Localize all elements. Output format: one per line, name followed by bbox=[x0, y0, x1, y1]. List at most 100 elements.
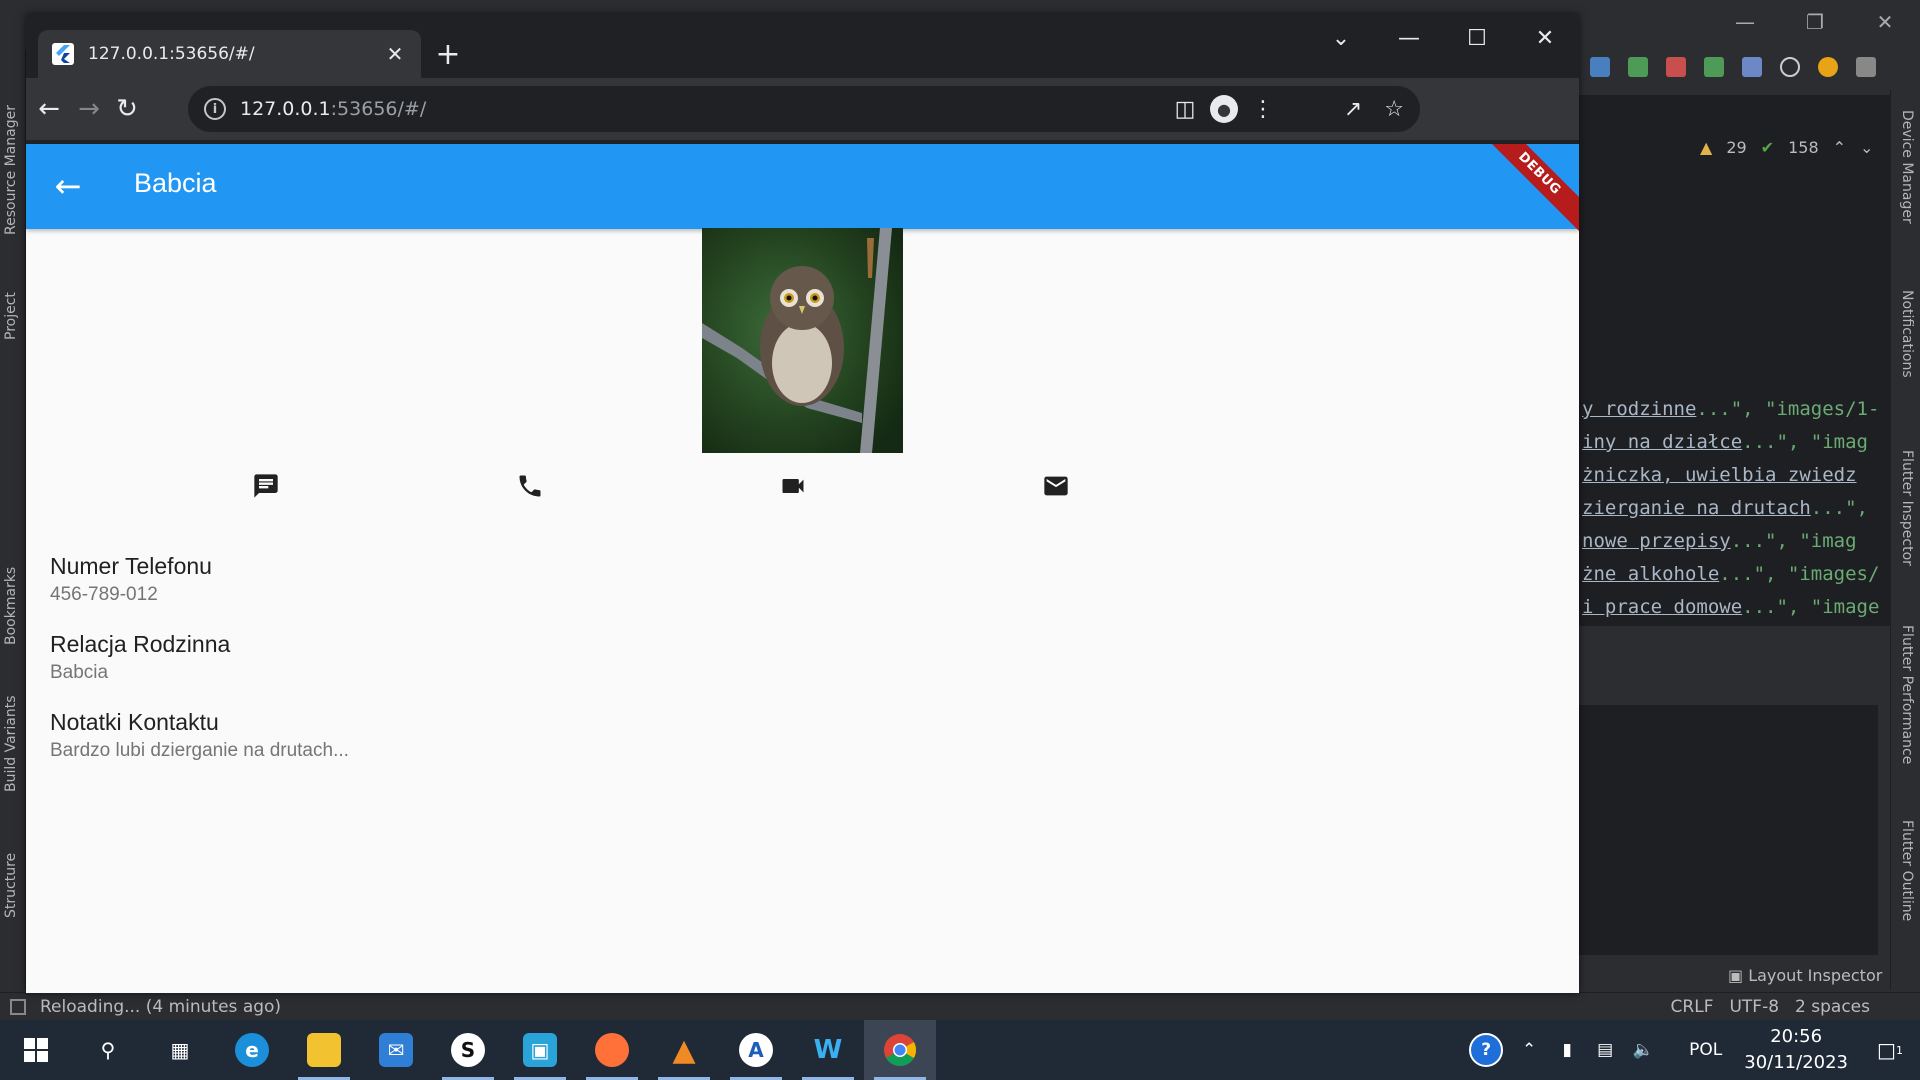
tool-window-project[interactable]: Project bbox=[3, 292, 19, 340]
file-encoding[interactable]: UTF-8 bbox=[1729, 997, 1779, 1017]
layout-inspector-button[interactable]: ▣ Layout Inspector bbox=[1728, 966, 1882, 985]
account-icon[interactable] bbox=[1856, 57, 1876, 77]
browser-menu-icon[interactable]: ⋮ bbox=[1244, 90, 1282, 128]
taskbar-mail[interactable]: ✉ bbox=[360, 1020, 432, 1080]
vlc-cone-icon: ▲ bbox=[672, 1032, 696, 1068]
taskbar-vlc[interactable]: ▲ bbox=[648, 1020, 720, 1080]
code-line: żne alkohole...", "images/ bbox=[1582, 563, 1880, 585]
share-icon[interactable]: ↗ bbox=[1344, 97, 1362, 122]
clock-date: 30/11/2023 bbox=[1744, 1052, 1848, 1073]
ide-toolbar bbox=[1590, 52, 1876, 82]
clock[interactable]: 20:56 30/11/2023 bbox=[1744, 1024, 1848, 1076]
new-tab-button[interactable]: + bbox=[430, 36, 466, 72]
url-text[interactable]: 127.0.0.1:53656/#/ bbox=[240, 98, 1322, 120]
chevron-up-icon[interactable]: ⌃ bbox=[1833, 138, 1846, 157]
search-button[interactable]: ⚲ bbox=[72, 1020, 144, 1080]
back-button[interactable]: ← bbox=[30, 90, 68, 128]
update-icon[interactable] bbox=[1818, 57, 1838, 77]
firefox-icon bbox=[595, 1033, 629, 1067]
profile-avatar-icon: ● bbox=[1210, 95, 1238, 123]
check-icon: ✔ bbox=[1760, 138, 1775, 157]
ok-count: 158 bbox=[1788, 138, 1819, 157]
tab-strip: 127.0.0.1:53656/#/ ✕ + ⌄ — ☐ ✕ bbox=[26, 14, 1579, 78]
line-separator[interactable]: CRLF bbox=[1671, 997, 1714, 1017]
phone-icon[interactable] bbox=[510, 466, 550, 506]
stop-icon[interactable] bbox=[1666, 57, 1686, 77]
close-window-button[interactable]: ✕ bbox=[1511, 14, 1579, 62]
taskbar-app-s[interactable]: S bbox=[432, 1020, 504, 1080]
code-line: y rodzinne...", "images/1- bbox=[1582, 398, 1880, 420]
start-button[interactable] bbox=[0, 1020, 72, 1080]
field-value: Babcia bbox=[50, 662, 109, 683]
side-panel-icon[interactable]: ◫ bbox=[1166, 90, 1204, 128]
email-icon[interactable] bbox=[1036, 466, 1076, 506]
ide-restore-button[interactable]: ❐ bbox=[1780, 0, 1850, 44]
taskbar-app-a[interactable]: A bbox=[720, 1020, 792, 1080]
tool-window-device-manager[interactable]: Device Manager bbox=[1899, 110, 1915, 224]
indent-setting[interactable]: 2 spaces bbox=[1795, 997, 1870, 1017]
taskbar-app-w[interactable]: W bbox=[792, 1020, 864, 1080]
taskbar-firefox[interactable] bbox=[576, 1020, 648, 1080]
battery-icon[interactable]: ▮ bbox=[1555, 1040, 1579, 1060]
reload-button[interactable]: ↻ bbox=[108, 90, 146, 128]
network-icon[interactable]: ▤ bbox=[1593, 1040, 1617, 1060]
tool-window-resource-manager[interactable]: Resource Manager bbox=[3, 105, 19, 235]
tool-window-flutter-performance[interactable]: Flutter Performance bbox=[1899, 625, 1915, 764]
app-bar: ← Babcia DEBUG bbox=[26, 144, 1579, 232]
tool-window-notifications[interactable]: Notifications bbox=[1899, 290, 1915, 378]
tab-search-icon[interactable]: ⌄ bbox=[1307, 14, 1375, 62]
tool-window-flutter-inspector[interactable]: Flutter Inspector bbox=[1899, 450, 1915, 566]
app-viewport: ← Babcia DEBUG Numer Telefonu 456-789-01… bbox=[26, 144, 1579, 993]
app-s-icon: S bbox=[451, 1033, 485, 1067]
chevron-down-icon[interactable]: ⌄ bbox=[1860, 138, 1873, 157]
close-tab-icon[interactable]: ✕ bbox=[383, 42, 407, 66]
maximize-button[interactable]: ☐ bbox=[1443, 14, 1511, 62]
chevron-up-icon[interactable]: ⌃ bbox=[1517, 1040, 1541, 1060]
device-icon[interactable] bbox=[1590, 57, 1610, 77]
code-line: żniczka, uwielbia zwiedz bbox=[1582, 464, 1857, 486]
video-call-icon[interactable] bbox=[773, 466, 813, 506]
ide-left-tool-strip: Resource Manager Project Bookmarks Build… bbox=[0, 50, 26, 990]
field-value: Bardzo lubi dzierganie na drutach... bbox=[50, 740, 349, 761]
app-back-arrow-icon[interactable]: ← bbox=[46, 164, 90, 208]
debug-banner: DEBUG bbox=[1481, 144, 1579, 232]
sdk-icon[interactable] bbox=[1742, 57, 1762, 77]
message-icon[interactable] bbox=[246, 466, 286, 506]
app-w-icon: W bbox=[813, 1035, 843, 1065]
windows-logo-icon bbox=[24, 1038, 48, 1062]
tool-window-flutter-outline[interactable]: Flutter Outline bbox=[1899, 820, 1915, 921]
browser-tab[interactable]: 127.0.0.1:53656/#/ ✕ bbox=[38, 30, 421, 78]
volume-icon[interactable]: 🔈 bbox=[1631, 1040, 1655, 1060]
taskbar-file-explorer[interactable] bbox=[288, 1020, 360, 1080]
task-view-icon: ▦ bbox=[170, 1038, 190, 1062]
ide-minimize-button[interactable]: — bbox=[1710, 0, 1780, 44]
tool-window-bookmarks[interactable]: Bookmarks bbox=[3, 567, 19, 645]
debug-icon[interactable] bbox=[1628, 57, 1648, 77]
minimize-button[interactable]: — bbox=[1375, 14, 1443, 62]
tool-window-structure[interactable]: Structure bbox=[3, 853, 19, 918]
tool-window-build-variants[interactable]: Build Variants bbox=[3, 695, 19, 792]
task-view-button[interactable]: ▦ bbox=[144, 1020, 216, 1080]
device-mirror-icon[interactable] bbox=[1704, 57, 1724, 77]
taskbar-chrome[interactable] bbox=[864, 1020, 936, 1080]
code-line: i prace domowe...", "image bbox=[1582, 596, 1880, 618]
profile-button[interactable]: ● bbox=[1205, 90, 1243, 128]
bookmark-star-icon[interactable]: ☆ bbox=[1384, 97, 1404, 122]
ide-close-button[interactable]: ✕ bbox=[1850, 0, 1920, 44]
taskbar: ⚲ ▦ e ✉ S ▣ ▲ A W ? ⌃ ▮ ▤ 🔈 POL 20:56 30… bbox=[0, 1020, 1920, 1080]
page-title: Babcia bbox=[134, 168, 217, 198]
panel-toggle-icon[interactable] bbox=[10, 999, 26, 1015]
app-a-icon: A bbox=[739, 1033, 773, 1067]
language-indicator[interactable]: POL bbox=[1689, 1040, 1722, 1060]
search-icon[interactable] bbox=[1780, 57, 1800, 77]
site-info-icon[interactable]: i bbox=[204, 98, 226, 120]
warning-icon: ▲ bbox=[1700, 138, 1713, 157]
forward-button[interactable]: → bbox=[70, 90, 108, 128]
phone-number-field: Numer Telefonu 456-789-012 bbox=[50, 553, 212, 606]
taskbar-app-cube[interactable]: ▣ bbox=[504, 1020, 576, 1080]
taskbar-edge[interactable]: e bbox=[216, 1020, 288, 1080]
inspection-widget[interactable]: ▲ 29 ✔ 158 ⌃ ⌄ bbox=[1700, 138, 1873, 157]
tab-title: 127.0.0.1:53656/#/ bbox=[88, 44, 255, 64]
help-icon[interactable]: ? bbox=[1469, 1033, 1504, 1067]
notification-center-icon[interactable]: □ 1 bbox=[1877, 1038, 1903, 1062]
